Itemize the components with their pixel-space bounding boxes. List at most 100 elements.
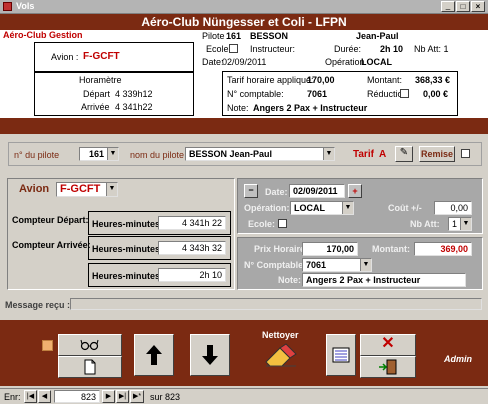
remise-button[interactable]: Remise <box>419 146 455 162</box>
comptable-label: N° comptable: <box>227 89 284 99</box>
operation-combo[interactable]: LOCAL ▼ <box>290 201 354 215</box>
montant-label: Montant: <box>372 244 410 254</box>
cout-input-value: 0,00 <box>450 203 468 213</box>
chevron-down-icon[interactable]: ▼ <box>323 148 334 160</box>
operation-label: Opération <box>325 57 365 67</box>
comptable-combo[interactable]: 7061 ▼ <box>302 258 372 272</box>
note-input-value: Angers 2 Pax + Instructeur <box>306 275 421 285</box>
montant-input[interactable]: 369,00 <box>414 242 472 256</box>
prev-record-nav-button[interactable]: ◀ <box>38 390 51 403</box>
prix-input-value: 170,00 <box>326 244 354 254</box>
minimize-button[interactable]: _ <box>441 1 455 12</box>
delete-button[interactable]: ✕ <box>360 334 416 356</box>
montant-value: 368,33 € <box>415 75 451 85</box>
pilote-nom: BESSON <box>250 31 289 41</box>
last-record-button[interactable]: ▶| <box>116 390 129 403</box>
prix-label: Prix Horaire: <box>254 244 309 254</box>
chevron-down-icon[interactable]: ▼ <box>342 202 353 214</box>
chevron-down-icon[interactable]: ▼ <box>360 259 371 271</box>
operation-combo-value: LOCAL <box>294 203 325 213</box>
avion-label: Avion : <box>51 52 79 62</box>
date-input[interactable]: 02/09/2011 <box>289 184 345 198</box>
num-pilote-value: 161 <box>88 149 104 159</box>
arrivee-value: 4 341h22 <box>115 102 153 112</box>
note-input[interactable]: Angers 2 Pax + Instructeur <box>302 273 466 287</box>
nettoyer-label: Nettoyer <box>262 330 299 340</box>
new-record-button[interactable] <box>58 356 122 378</box>
instructeur-label: Instructeur: <box>250 44 296 54</box>
record-navigation: Enr: |◀ ◀ 823 ▶ ▶| ▶* sur 823 <box>0 388 488 404</box>
eraser-icon <box>265 343 297 367</box>
depart-value: 4 339h12 <box>115 89 153 99</box>
new-record-nav-button[interactable]: ▶* <box>130 390 144 403</box>
chevron-down-icon[interactable]: ▼ <box>106 183 117 196</box>
nettoyer-button[interactable] <box>262 342 302 372</box>
compteur-arrivee-label: Compteur Arrivée: <box>12 240 91 250</box>
nom-pilote-combo[interactable]: BESSON Jean-Paul ▼ <box>185 147 335 161</box>
first-record-button[interactable]: |◀ <box>24 390 37 403</box>
list-button[interactable] <box>326 334 356 376</box>
next-record-button[interactable] <box>190 334 230 376</box>
separator-strip <box>0 118 488 134</box>
num-pilote-combo[interactable]: 161 ▼ <box>79 147 119 161</box>
note-label: Note: <box>227 103 249 113</box>
avion-panel-label: Avion <box>19 183 50 195</box>
nbatt-combo[interactable]: 1 ▼ <box>448 217 472 231</box>
plus-icon: + <box>352 186 358 196</box>
remise-checkbox[interactable] <box>461 149 470 158</box>
hm-label: Heures-minutes <box>92 244 161 254</box>
exit-door-icon <box>379 359 397 375</box>
operation-value: LOCAL <box>361 57 392 67</box>
tarif-label: Tarif <box>353 149 374 160</box>
depart-input[interactable]: 4 341h 22 <box>158 216 226 230</box>
depart-label: Départ <box>83 89 111 99</box>
new-document-icon <box>84 359 96 375</box>
pilote-label: Pilote <box>202 31 225 41</box>
comptable-combo-value: 7061 <box>306 260 327 270</box>
exit-button[interactable] <box>360 356 416 378</box>
chevron-down-icon[interactable]: ▼ <box>107 148 118 160</box>
ecole-checkbox[interactable] <box>278 219 287 228</box>
search-glasses-button[interactable] <box>58 334 122 356</box>
pilot-bar: n° du pilote 161 ▼ nom du pilote BESSON … <box>8 142 482 166</box>
header-bar: Aéro-Club Nüngesser et Coli - LFPN <box>0 14 488 30</box>
maximize-button[interactable]: □ <box>456 1 470 12</box>
message-field <box>70 298 482 310</box>
tarif-value: 170,00 <box>307 75 335 85</box>
avion-value: F-GCFT <box>83 51 120 62</box>
summary-panel: Aéro-Club Gestion Avion : F-GCFT Horamèt… <box>0 30 488 118</box>
cout-label: Coût +/- <box>388 203 422 213</box>
record-number-input[interactable]: 823 <box>54 390 100 403</box>
chevron-down-icon[interactable]: ▼ <box>460 218 471 230</box>
num-pilote-label: n° du pilote <box>14 150 60 160</box>
indicator-square <box>42 340 53 351</box>
tarif-panel: Prix Horaire: 170,00 Montant: 369,00 N° … <box>237 237 483 290</box>
nom-pilote-label: nom du pilote <box>130 150 185 160</box>
duree-box: Heures-minutes 2h 10 <box>88 263 231 287</box>
date-value: 02/09/2011 <box>222 57 267 67</box>
cout-input[interactable]: 0,00 <box>434 201 472 215</box>
record-number-value: 823 <box>80 392 96 402</box>
avion-combo[interactable]: F-GCFT ▼ <box>56 182 118 197</box>
date-plus-button[interactable]: + <box>348 184 362 198</box>
next-record-nav-button[interactable]: ▶ <box>102 390 115 403</box>
tarif-label: Tarif horaire appliqué: <box>227 75 314 85</box>
enr-label: Enr: <box>4 392 21 402</box>
compteur-arrivee-box: Heures-minutes 4 343h 32 <box>88 236 231 260</box>
duree-label: Durée: <box>334 44 362 54</box>
arrow-up-icon <box>146 345 162 365</box>
arrivee-input[interactable]: 4 343h 32 <box>158 241 226 255</box>
total-records: 823 <box>165 392 181 402</box>
prix-input[interactable]: 170,00 <box>302 242 358 256</box>
edit-tarif-button[interactable]: ✎ <box>395 146 413 162</box>
date-minus-button[interactable]: − <box>244 184 258 198</box>
duree-input[interactable]: 2h 10 <box>158 268 226 282</box>
previous-record-button[interactable] <box>134 334 174 376</box>
close-button[interactable]: × <box>471 1 485 12</box>
subtitle: Aéro-Club Gestion <box>3 30 83 40</box>
arrivee-label: Arrivée <box>81 102 110 112</box>
ecole-checkbox <box>229 44 238 53</box>
horametre-label: Horamètre <box>79 75 122 85</box>
note-value: Angers 2 Pax + Instructeur <box>253 103 368 113</box>
tarif-summary-box: Tarif horaire appliqué: 170,00 Montant: … <box>222 71 458 116</box>
